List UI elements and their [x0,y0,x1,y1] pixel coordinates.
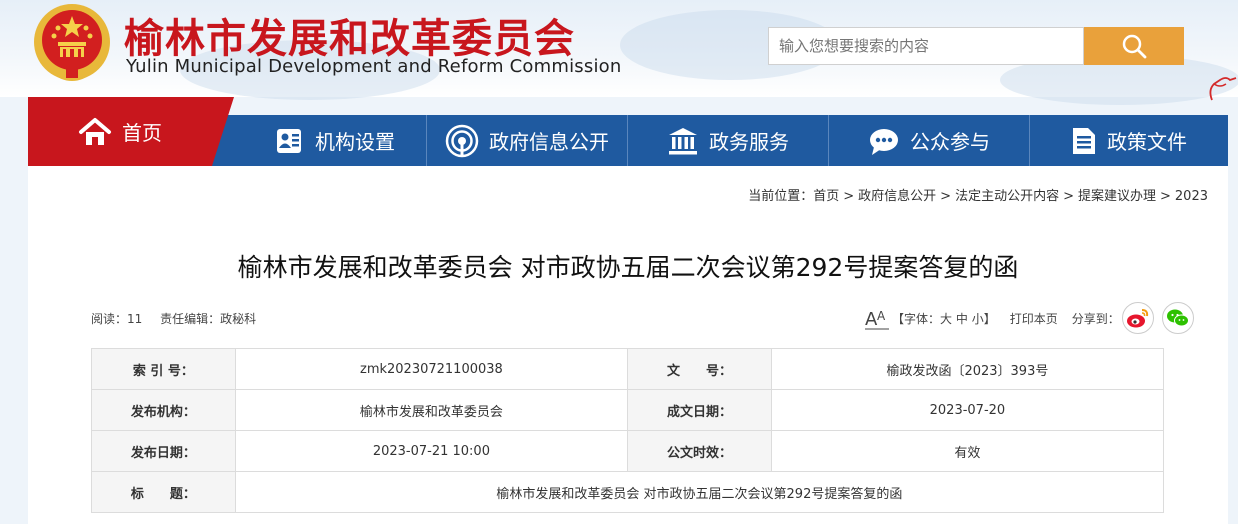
breadcrumb-link[interactable]: 首页 [813,189,839,204]
svg-text:A: A [877,309,886,323]
font-size-small[interactable]: 小 [972,310,984,327]
breadcrumb-separator: > [1160,189,1171,204]
font-size-medium[interactable]: 中 [956,310,968,327]
wechat-icon [1166,309,1189,327]
nav-item-gov-info[interactable]: 政府信息公开 [427,115,627,166]
search-box [768,27,1089,65]
field-label: 标 题： [91,471,236,513]
share-label: 分享到： [1071,311,1120,326]
breadcrumb: 当前位置：首页 > 政府信息公开 > 法定主动公开内容 > 提案建议办理 >2023 [748,185,1208,204]
chat-bubble-icon [870,128,898,155]
breadcrumb-link[interactable]: 政府信息公开 [858,189,936,204]
breadcrumb-separator: > [843,189,855,204]
breadcrumb-separator: > [1063,189,1074,204]
nav-item-gov-services[interactable]: 政务服务 [628,115,828,166]
search-icon [1122,34,1147,59]
nav-item-label: 公众参与 [910,130,990,154]
field-value: 有效 [770,430,1165,472]
nav-item-policy-documents[interactable]: 政策文件 [1030,115,1228,166]
site-title-english: Yulin Municipal Development and Reform C… [126,56,622,77]
breadcrumb-separator: > [940,189,952,204]
field-label: 索 引 号： [91,348,236,390]
breadcrumb-link[interactable]: 2023 [1175,189,1208,204]
font-size-close: 】 [983,311,996,326]
breadcrumb-link[interactable]: 提案建议办理 [1078,189,1156,204]
main-content: 当前位置：首页 > 政府信息公开 > 法定主动公开内容 > 提案建议办理 >2023 榆林市发… [28,166,1228,524]
nav-home-label: 首页 [122,121,162,145]
field-label: 文 号： [627,348,772,390]
nav-item-public-participation[interactable]: 公众参与 [829,115,1029,166]
breadcrumb-prefix: 当前位置： [748,189,814,204]
broadcast-icon [445,124,479,157]
field-label: 公文时效： [627,430,772,472]
field-value: 榆政发改函〔2023〕393号 [770,348,1165,390]
weibo-share-button[interactable] [1121,302,1154,334]
document-info-table: 索 引 号： zmk20230721100038 文 号： 榆政发改函〔2023… [91,348,1165,513]
search-button[interactable] [1084,27,1184,65]
main-nav: 首页 机构设置 政府信息公开 政务服务 公众参与 政策文件 [28,97,1228,166]
nav-home[interactable]: 首页 [28,97,212,166]
wechat-share-button[interactable] [1161,302,1194,334]
table-row: 发布机构： 榆林市发展和改革委员会 成文日期： 2023-07-20 [91,389,1165,431]
weibo-icon [1126,309,1148,328]
home-icon [79,117,111,145]
article-tools: A A 【字体： 大 中 小 】 打印本页 分享到： [864,302,1194,334]
read-count: 阅读：11 [91,312,143,326]
breadcrumb-link[interactable]: 法定主动公开内容 [955,189,1059,204]
field-label: 发布日期： [91,430,236,472]
field-value: 榆林市发展和改革委员会 [234,389,629,431]
responsible-editor: 责任编辑：政秘科 [160,312,257,326]
field-value: zmk20230721100038 [234,348,629,390]
field-value: 2023-07-21 10:00 [234,430,629,472]
site-header: 榆林市发展和改革委员会 Yulin Municipal Development … [0,0,1238,105]
font-size-label: 【字体： [892,311,941,326]
table-row: 标 题： 榆林市发展和改革委员会 对市政协五届二次会议第292号提案答复的函 [91,471,1165,513]
field-label: 成文日期： [627,389,772,431]
article-meta: 阅读：11 责任编辑：政秘科 [91,310,256,327]
government-building-icon [669,127,697,154]
id-card-icon [277,128,301,153]
table-row: 索 引 号： zmk20230721100038 文 号： 榆政发改函〔2023… [91,348,1165,390]
font-size-icon: A A [865,309,889,330]
nav-item-label: 政府信息公开 [489,130,609,154]
table-row: 发布日期： 2023-07-21 10:00 公文时效： 有效 [91,430,1165,472]
document-icon [1073,127,1095,154]
nav-item-label: 政务服务 [709,130,789,154]
nav-item-label: 机构设置 [315,130,395,154]
article-title: 榆林市发展和改革委员会 对市政协五届二次会议第292号提案答复的函 [237,253,1019,282]
national-emblem-icon [34,4,110,81]
field-value: 2023-07-20 [770,389,1165,431]
home-tab-tip [212,97,234,166]
search-input[interactable] [769,28,1089,64]
font-size-large[interactable]: 大 [940,310,952,327]
field-label: 发布机构： [91,389,236,431]
print-button[interactable]: 打印本页 [1010,310,1058,327]
nav-item-organization[interactable]: 机构设置 [244,115,426,166]
nav-item-label: 政策文件 [1107,130,1187,154]
field-value: 榆林市发展和改革委员会 对市政协五届二次会议第292号提案答复的函 [234,471,1165,513]
